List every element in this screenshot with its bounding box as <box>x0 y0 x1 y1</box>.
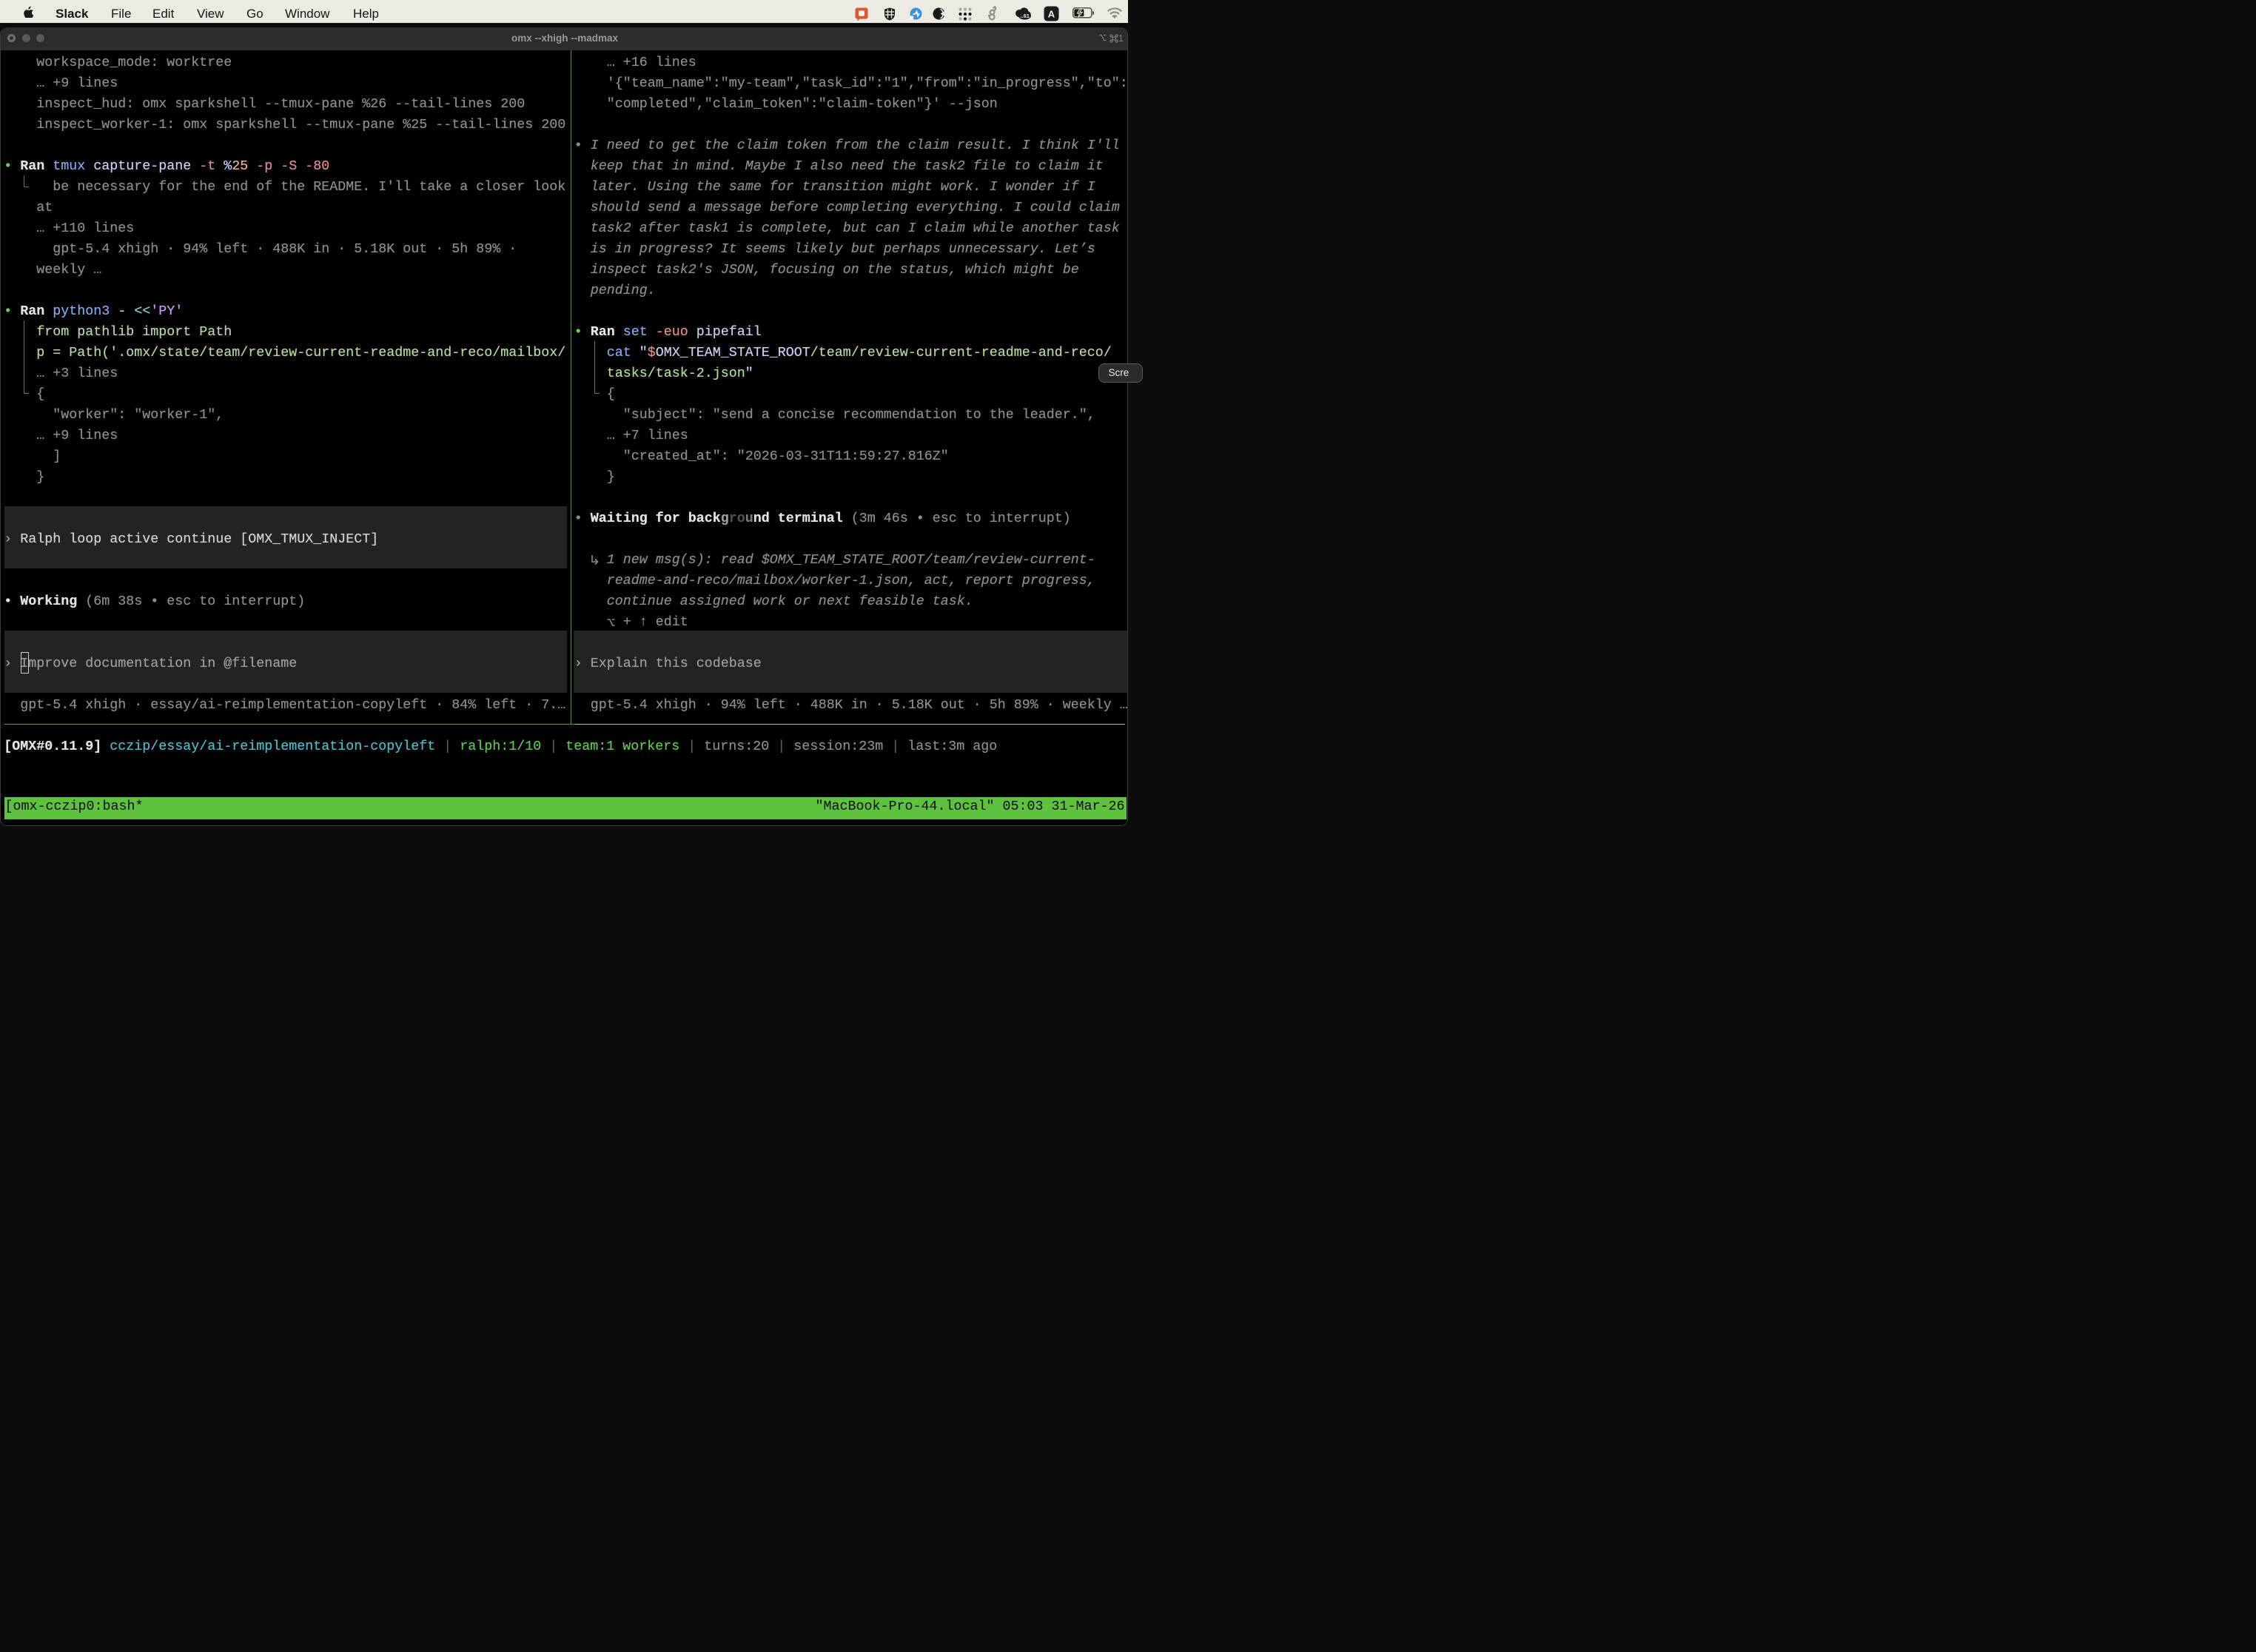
svg-text:A: A <box>1048 9 1055 20</box>
svg-text:..61: ..61 <box>1020 13 1030 19</box>
